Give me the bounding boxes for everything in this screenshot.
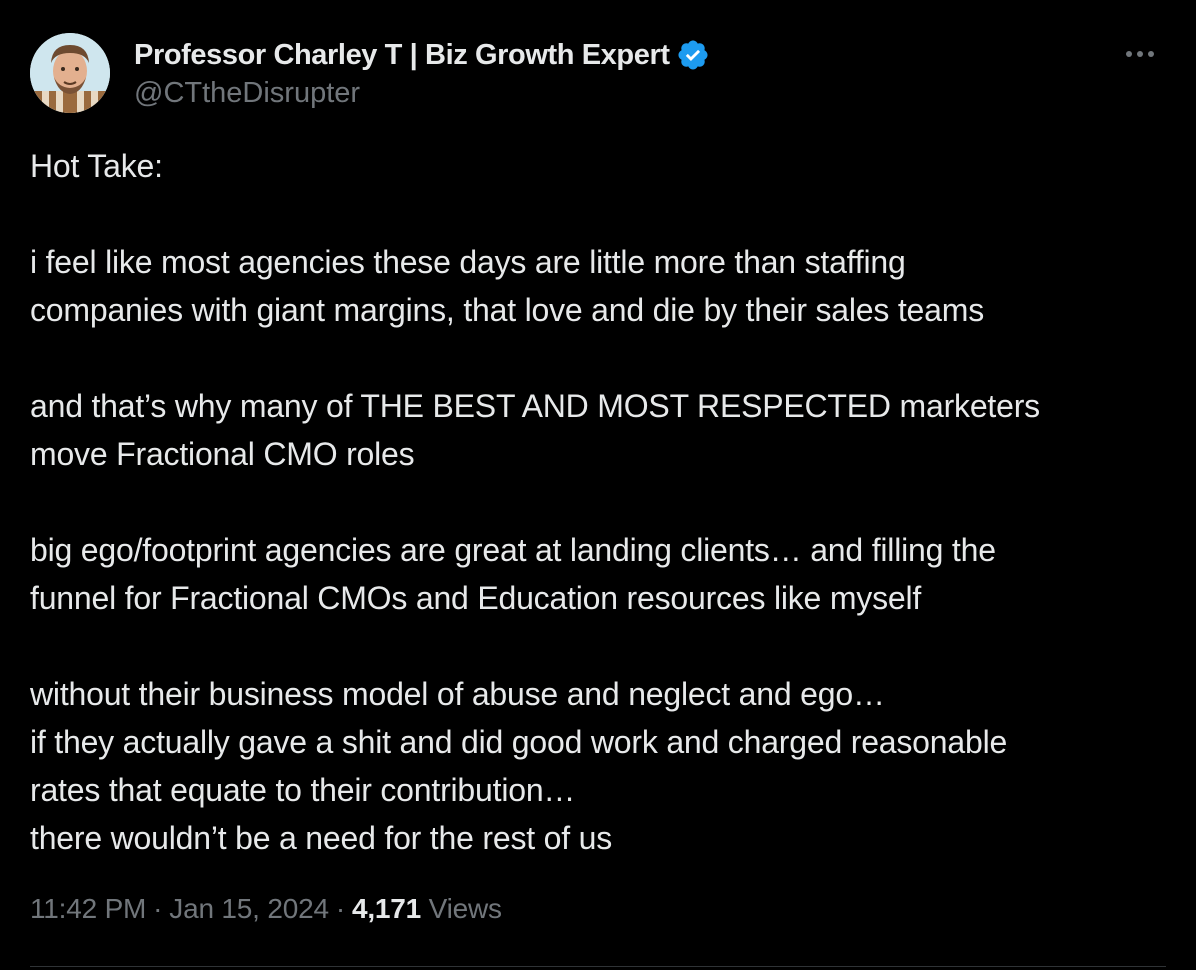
tweet-line: rates that equate to their contribution…	[30, 772, 576, 808]
more-options-button[interactable]	[1120, 39, 1160, 69]
verified-badge-icon[interactable]	[676, 38, 710, 72]
handle[interactable]: @CTtheDisrupter	[134, 77, 710, 110]
tweet-line: Hot Take:	[30, 148, 163, 184]
tweet-line: and that’s why many of THE BEST AND MOST…	[30, 388, 1040, 424]
tweet-line: if they actually gave a shit and did goo…	[30, 724, 1008, 760]
tweet-text: Hot Take: i feel like most agencies thes…	[30, 142, 1160, 862]
tweet-line: funnel for Fractional CMOs and Education…	[30, 580, 922, 616]
tweet-line: without their business model of abuse an…	[30, 676, 885, 712]
more-options-icon	[1126, 51, 1154, 57]
views-count: 4,171	[351, 893, 422, 924]
tweet-header: Professor Charley T | Biz Growth Expert …	[30, 33, 1166, 115]
tweet-meta: 11:42 PM · Jan 15, 2024 · 4,171 Views	[30, 893, 502, 925]
views-link[interactable]: 4,171 Views	[352, 893, 502, 924]
avatar[interactable]	[30, 33, 110, 113]
meta-separator: ·	[335, 893, 345, 924]
display-name[interactable]: Professor Charley T | Biz Growth Expert	[134, 39, 670, 72]
profile-photo-icon	[30, 33, 110, 113]
meta-separator: ·	[153, 893, 163, 924]
tweet-line: move Fractional CMO roles	[30, 436, 415, 472]
name-row: Professor Charley T | Biz Growth Expert	[134, 37, 710, 73]
divider	[30, 966, 1166, 967]
tweet-date: Jan 15, 2024	[169, 893, 329, 924]
tweet-line: big ego/footprint agencies are great at …	[30, 532, 996, 568]
tweet-time: 11:42 PM	[30, 893, 147, 924]
timestamp-link[interactable]: 11:42 PM · Jan 15, 2024	[30, 893, 329, 924]
tweet-line: companies with giant margins, that love …	[30, 292, 985, 328]
views-label: Views	[428, 893, 502, 924]
tweet-line: i feel like most agencies these days are…	[30, 244, 906, 280]
author-block: Professor Charley T | Biz Growth Expert …	[134, 37, 710, 110]
tweet-line: there wouldn’t be a need for the rest of…	[30, 820, 612, 856]
